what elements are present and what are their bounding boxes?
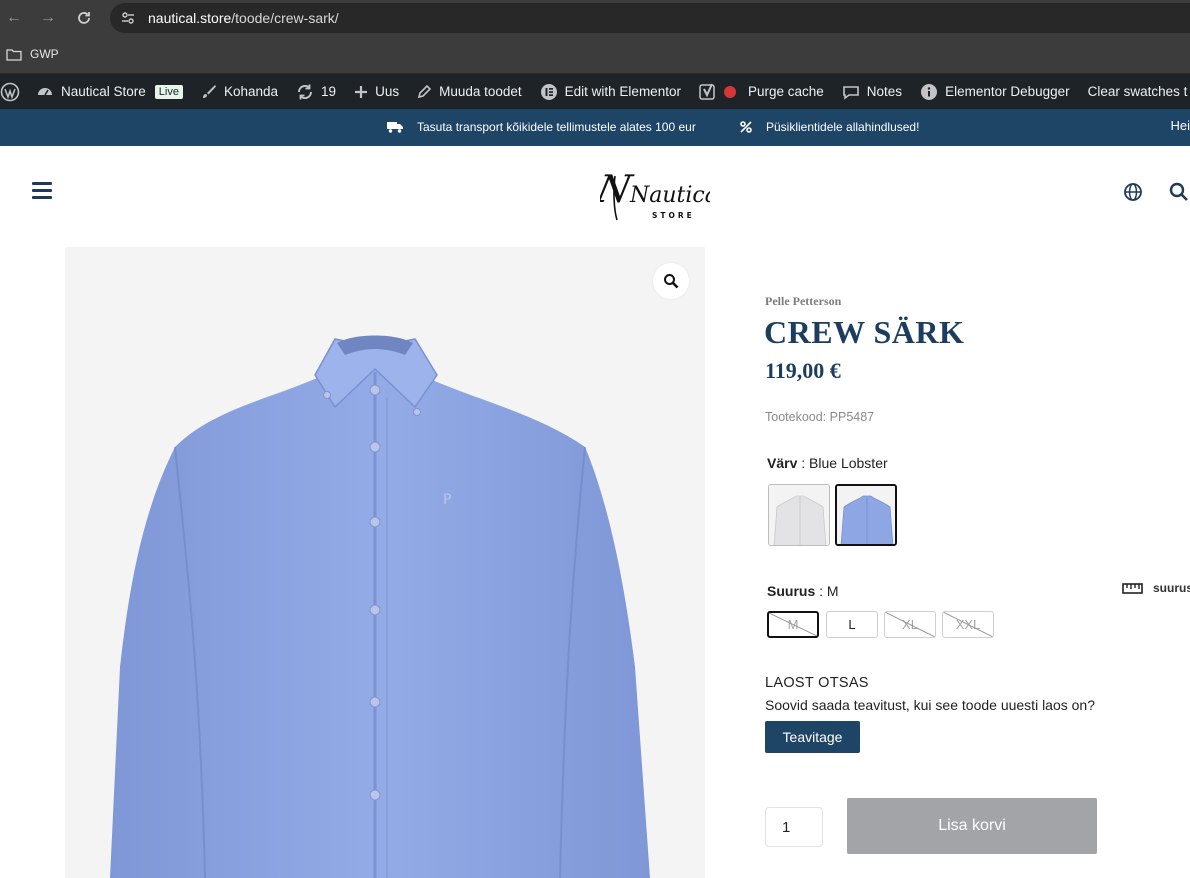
size-value: : M [819,583,839,599]
edit-product-label: Muuda toodet [439,84,522,99]
add-to-cart-button[interactable]: Lisa korvi [847,798,1097,854]
logo-word: Nautical [629,183,710,208]
bookmark-folder-gwp[interactable]: GWP [6,47,59,61]
comment-icon [842,85,859,100]
updates-count: 19 [321,84,337,99]
color-swatch-white[interactable] [768,484,830,546]
elementor-debugger-link[interactable]: Elementor Debugger [920,74,1070,109]
promo-bar: Tasuta transport kõikidele tellimustele … [0,109,1190,146]
search-icon[interactable] [1169,182,1189,202]
ruler-icon [1122,582,1143,594]
forward-arrow-icon[interactable]: → [38,8,58,28]
wp-admin-bar: Nautical Store Live Kohanda 19 Uus Muuda… [0,74,1190,109]
wordpress-icon [0,82,20,101]
color-attribute-label: Värv : Blue Lobster [767,455,888,471]
product-image: P [110,335,650,878]
site-settings-icon[interactable] [120,10,136,26]
out-of-stock-message: Soovid saada teavitust, kui see toode uu… [765,697,1095,713]
sku-value: PP5487 [829,410,875,424]
info-icon [921,83,938,100]
size-guide-link[interactable]: suurus [1122,581,1190,595]
customize-label: Kohanda [223,84,279,99]
site-name-menu[interactable]: Nautical Store Live [36,74,183,109]
elementor-debugger-label: Elementor Debugger [945,84,1070,99]
yoast-seo-menu[interactable] [699,74,736,109]
svg-text:P: P [443,492,451,508]
new-content-link[interactable]: Uus [354,74,399,109]
zoom-button[interactable] [653,263,689,299]
wordpress-logo[interactable] [0,74,20,109]
discount-text: Püsiklientidele allahindlused! [766,120,920,134]
notes-label: Notes [866,84,903,99]
address-bar[interactable]: nautical.store/toode/crew-sark/ [110,3,1190,33]
bookmarks-bar: GWP [0,36,1190,74]
promo-discount: Püsiklientidele allahindlused! [740,120,919,134]
truck-icon [387,122,403,133]
folder-icon [6,48,22,61]
browser-toolbar: ← → nautical.store/toode/crew-sark/ [0,0,1190,36]
new-label: Uus [375,84,400,99]
out-of-stock-title: LAOST OTSAS [765,675,869,691]
product-gallery[interactable]: P [65,247,705,878]
edit-elementor-label: Edit with Elementor [564,84,681,99]
shipping-text: Tasuta transport kõikidele tellimustele … [417,120,696,134]
promo-right-text: Hei [1170,118,1190,133]
size-option-label: L [848,617,856,632]
size-guide-label: suurus [1153,581,1190,595]
color-swatch-blue-lobster[interactable] [835,484,897,546]
notes-link[interactable]: Notes [842,74,902,109]
sku-label: Tootekood: [765,410,827,424]
back-arrow-icon[interactable]: ← [4,8,24,28]
out-of-stock-strike [943,612,993,637]
size-option-m[interactable]: M [767,611,819,638]
product-brand[interactable]: Pelle Petterson [765,294,841,309]
color-label: Värv [767,455,798,471]
elementor-icon [540,83,557,100]
purge-cache-link[interactable]: Purge cache [748,74,824,109]
edit-product-link[interactable]: Muuda toodet [417,74,522,109]
plus-icon [355,85,368,98]
pencil-icon [417,84,432,99]
notify-me-button[interactable]: Teavitage [765,721,860,753]
clear-swatches-label: Clear swatches t [1087,84,1188,99]
customize-link[interactable]: Kohanda [201,74,278,109]
live-badge: Live [154,84,183,99]
color-value: : Blue Lobster [801,455,888,471]
product-price: 119,00 € [765,358,841,383]
menu-icon[interactable] [32,182,52,200]
out-of-stock-strike [885,612,935,637]
size-option-xxl[interactable]: XXL [942,611,994,638]
size-option-l[interactable]: L [826,611,878,638]
percent-icon [740,121,752,133]
yoast-icon [699,83,715,100]
out-of-stock-strike [769,613,817,636]
product-title: CREW SÄRK [764,314,965,350]
brush-icon [202,84,216,98]
quantity-input[interactable]: 1 [765,807,823,847]
site-logo[interactable]: N Nautical STORE [592,158,725,224]
logo-sub: STORE [652,211,695,220]
size-attribute-label: Suurus : M [767,583,839,599]
bookmark-label: GWP [30,47,59,61]
site-header: N Nautical STORE [0,146,1190,240]
dashboard-icon [38,87,52,95]
updates-icon [298,84,313,99]
url-text[interactable]: nautical.store/toode/crew-sark/ [148,10,339,26]
edit-elementor-link[interactable]: Edit with Elementor [540,74,681,109]
clear-swatches-link[interactable]: Clear swatches t [1088,74,1188,109]
site-name: Nautical Store [61,84,146,99]
size-option-xl[interactable]: XL [884,611,936,638]
size-label: Suurus [767,583,816,599]
reload-icon[interactable] [74,8,94,28]
language-globe-icon[interactable] [1123,182,1143,202]
magnifier-icon [664,274,679,289]
promo-shipping: Tasuta transport kõikidele tellimustele … [387,120,696,134]
updates-link[interactable]: 19 [296,74,336,109]
seo-status-dot [723,85,736,98]
purge-cache-label: Purge cache [747,84,824,99]
product-sku: Tootekood: PP5487 [765,410,874,424]
